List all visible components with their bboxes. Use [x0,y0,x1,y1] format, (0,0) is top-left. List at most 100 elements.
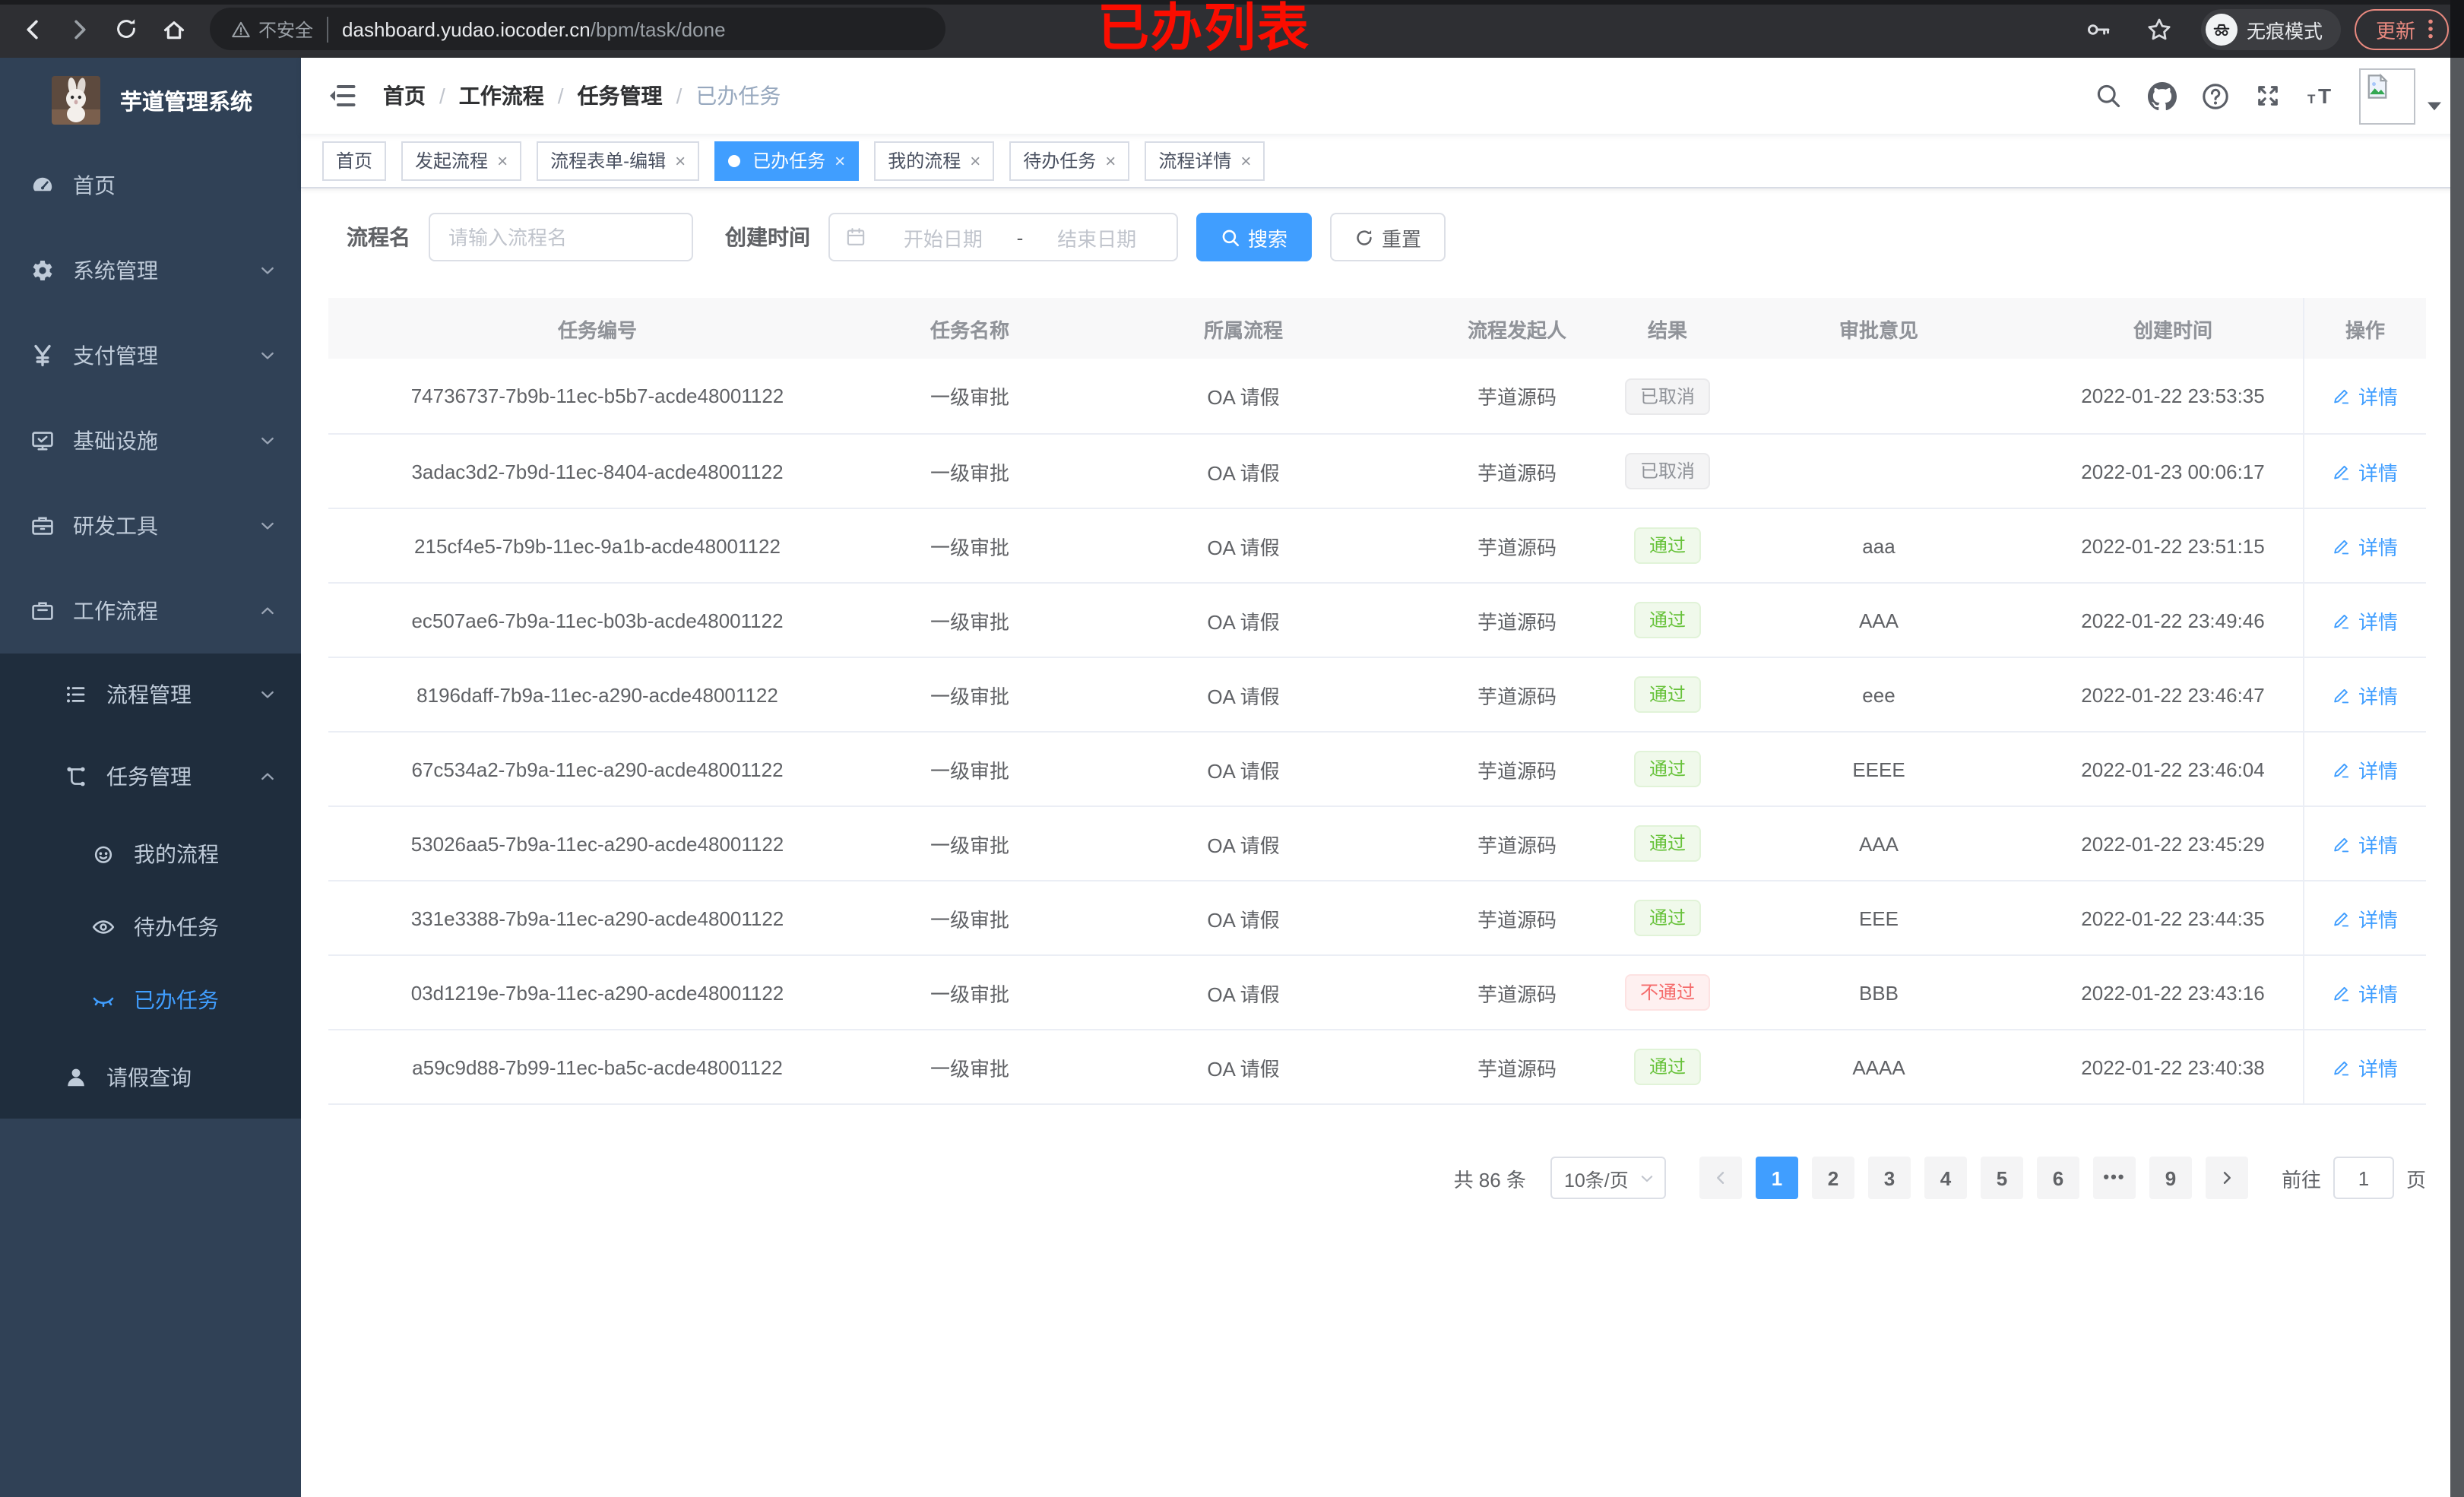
prev-page-button[interactable] [1699,1157,1742,1199]
close-icon[interactable]: × [1105,151,1116,169]
svg-text:T: T [2307,92,2316,106]
breadcrumb-home[interactable]: 首页 [383,81,426,111]
breadcrumb-workflow[interactable]: 工作流程 [459,81,544,111]
cell-created-time: 2022-01-22 23:40:38 [2081,1055,2265,1078]
sidebar-item-system[interactable]: 系统管理 [0,228,301,313]
cell-comment: AAA [1858,832,1899,855]
create-time-label: 创建时间 [725,225,810,249]
table-row: ec507ae6-7b9a-11ec-b03b-acde48001122 一级审… [328,582,2426,657]
sidebar-toggle-icon[interactable] [325,79,359,112]
browser-update-button[interactable]: 更新 [2354,8,2449,49]
tab-start-process[interactable]: 发起流程 × [401,141,522,180]
sidebar-item-home[interactable]: 首页 [0,143,301,228]
pager-more[interactable]: ••• [2092,1157,2136,1199]
close-icon[interactable]: × [1240,151,1251,169]
tab-process-detail[interactable]: 流程详情 × [1145,141,1265,180]
browser-home-button[interactable] [154,9,193,49]
tab-todo-tasks[interactable]: 待办任务 × [1009,141,1130,180]
detail-link[interactable]: 详情 [2333,531,2398,560]
sidebar: 芋道管理系统 首页 系统管理 支付管理 基础设施 研发工具 工作流程 流程管理 … [0,58,301,1497]
tab-home[interactable]: 首页 [322,141,387,180]
tab-my-processes[interactable]: 我的流程 × [874,141,995,180]
tab-process-form-edit[interactable]: 流程表单-编辑 × [537,141,700,180]
detail-link[interactable]: 详情 [2333,606,2398,635]
date-start-placeholder[interactable]: 开始日期 [879,223,1008,252]
caret-down-icon[interactable] [2426,98,2443,112]
site-security-indicator[interactable]: 不安全 [231,16,329,42]
process-name-input[interactable] [429,213,693,261]
sidebar-item-todo-tasks[interactable]: 待办任务 [0,891,301,964]
password-key-icon[interactable] [2079,9,2119,49]
cell-created-time: 2022-01-22 23:46:04 [2081,758,2265,780]
next-page-button[interactable] [2205,1157,2248,1199]
tab-done-tasks[interactable]: 已办任务 × [714,141,860,180]
chevron-right-icon [2223,1172,2231,1184]
pager-page-3[interactable]: 3 [1867,1157,1911,1199]
cell-task-name: 一级审批 [930,610,1009,633]
pager-page-6[interactable]: 6 [2036,1157,2079,1199]
sidebar-item-done-tasks[interactable]: 已办任务 [0,964,301,1037]
sidebar-item-dev-tools[interactable]: 研发工具 [0,483,301,568]
svg-text:T: T [2318,84,2331,108]
detail-link[interactable]: 详情 [2333,680,2398,709]
sidebar-item-infrastructure[interactable]: 基础设施 [0,398,301,483]
page-size-select[interactable]: 10条/页 [1550,1157,1666,1199]
sidebar-item-my-processes[interactable]: 我的流程 [0,818,301,891]
close-icon[interactable]: × [675,151,686,169]
sidebar-item-task-management[interactable]: 任务管理 [0,736,301,818]
cell-created-time: 2022-01-22 23:51:15 [2081,534,2265,557]
browser-back-button[interactable] [12,9,52,49]
detail-link[interactable]: 详情 [2333,829,2398,858]
sidebar-item-payment[interactable]: 支付管理 [0,313,301,398]
close-icon[interactable]: × [970,151,980,169]
chevron-up-icon [258,602,277,620]
detail-link[interactable]: 详情 [2333,978,2398,1007]
github-icon[interactable] [2146,81,2177,111]
goto-page-input[interactable] [2333,1157,2394,1199]
user-avatar[interactable] [2359,68,2415,124]
edit-pencil-icon [2335,986,2350,1001]
cell-task-id: 3adac3d2-7b9d-11ec-8404-acde48001122 [411,460,784,483]
cell-operations: 详情 [2303,733,2426,805]
toolbox-icon [30,514,55,538]
pager-page-1[interactable]: 1 [1755,1157,1798,1199]
detail-link[interactable]: 详情 [2333,457,2398,486]
pager-page-5[interactable]: 5 [1980,1157,2023,1199]
broken-image-icon [2367,72,2388,98]
bookmark-star-icon[interactable] [2140,9,2180,49]
fullscreen-icon[interactable] [2253,81,2283,111]
search-button[interactable]: 搜索 [1196,213,1313,261]
font-size-icon[interactable]: TT [2306,81,2336,111]
reset-button[interactable]: 重置 [1330,213,1446,261]
help-icon[interactable] [2200,81,2230,111]
header-search-icon[interactable] [2093,81,2124,111]
app-logo-row[interactable]: 芋道管理系统 [0,58,301,143]
table-body: 74736737-7b9b-11ec-b5b7-acde48001122 一级审… [328,359,2426,1103]
date-range-picker[interactable]: 开始日期 - 结束日期 [828,213,1178,261]
browser-reload-button[interactable] [106,9,146,49]
sidebar-item-leave-query[interactable]: 请假查询 [0,1037,301,1119]
breadcrumb-task-management[interactable]: 任务管理 [578,81,663,111]
sidebar-item-workflow[interactable]: 工作流程 [0,568,301,654]
edit-pencil-icon [2335,911,2350,926]
detail-link[interactable]: 详情 [2333,381,2398,410]
date-end-placeholder[interactable]: 结束日期 [1032,223,1161,252]
table-row: 03d1219e-7b9a-11ec-a290-acde48001122 一级审… [328,954,2426,1029]
edit-pencil-icon [2335,1060,2350,1075]
cell-process: OA 请假 [1207,983,1280,1005]
close-icon[interactable]: × [835,151,845,169]
detail-link[interactable]: 详情 [2333,904,2398,932]
pager-page-4[interactable]: 4 [1924,1157,1967,1199]
pager-page-2[interactable]: 2 [1811,1157,1854,1199]
detail-link[interactable]: 详情 [2333,1052,2398,1081]
cell-process: OA 请假 [1207,834,1280,856]
close-icon[interactable]: × [497,151,508,169]
address-bar[interactable]: 不安全 dashboard.yudao.iocoder.cn/bpm/task/… [210,8,945,50]
tags-view-bar: 首页 发起流程 × 流程表单-编辑 × 已办任务 × 我的流程 × 待办任务 × 流程详情… [301,134,2464,188]
chevron-down-icon [258,261,277,280]
browser-forward-button[interactable] [59,9,99,49]
cell-created-time: 2022-01-22 23:46:47 [2081,683,2265,706]
pager-page-9[interactable]: 9 [2149,1157,2192,1199]
sidebar-item-process-management[interactable]: 流程管理 [0,654,301,736]
detail-link[interactable]: 详情 [2333,755,2398,783]
